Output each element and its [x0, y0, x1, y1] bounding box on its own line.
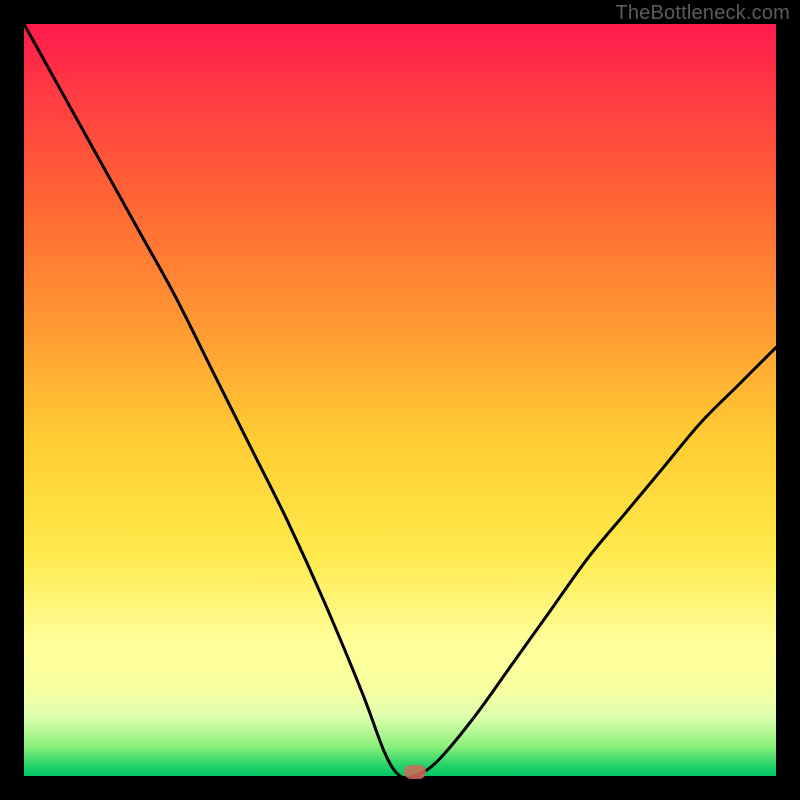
bottleneck-curve — [24, 24, 776, 776]
chart-frame: TheBottleneck.com — [0, 0, 800, 800]
chart-plot-area — [24, 24, 776, 776]
optimal-point-marker — [404, 765, 426, 779]
watermark-text: TheBottleneck.com — [615, 2, 790, 25]
